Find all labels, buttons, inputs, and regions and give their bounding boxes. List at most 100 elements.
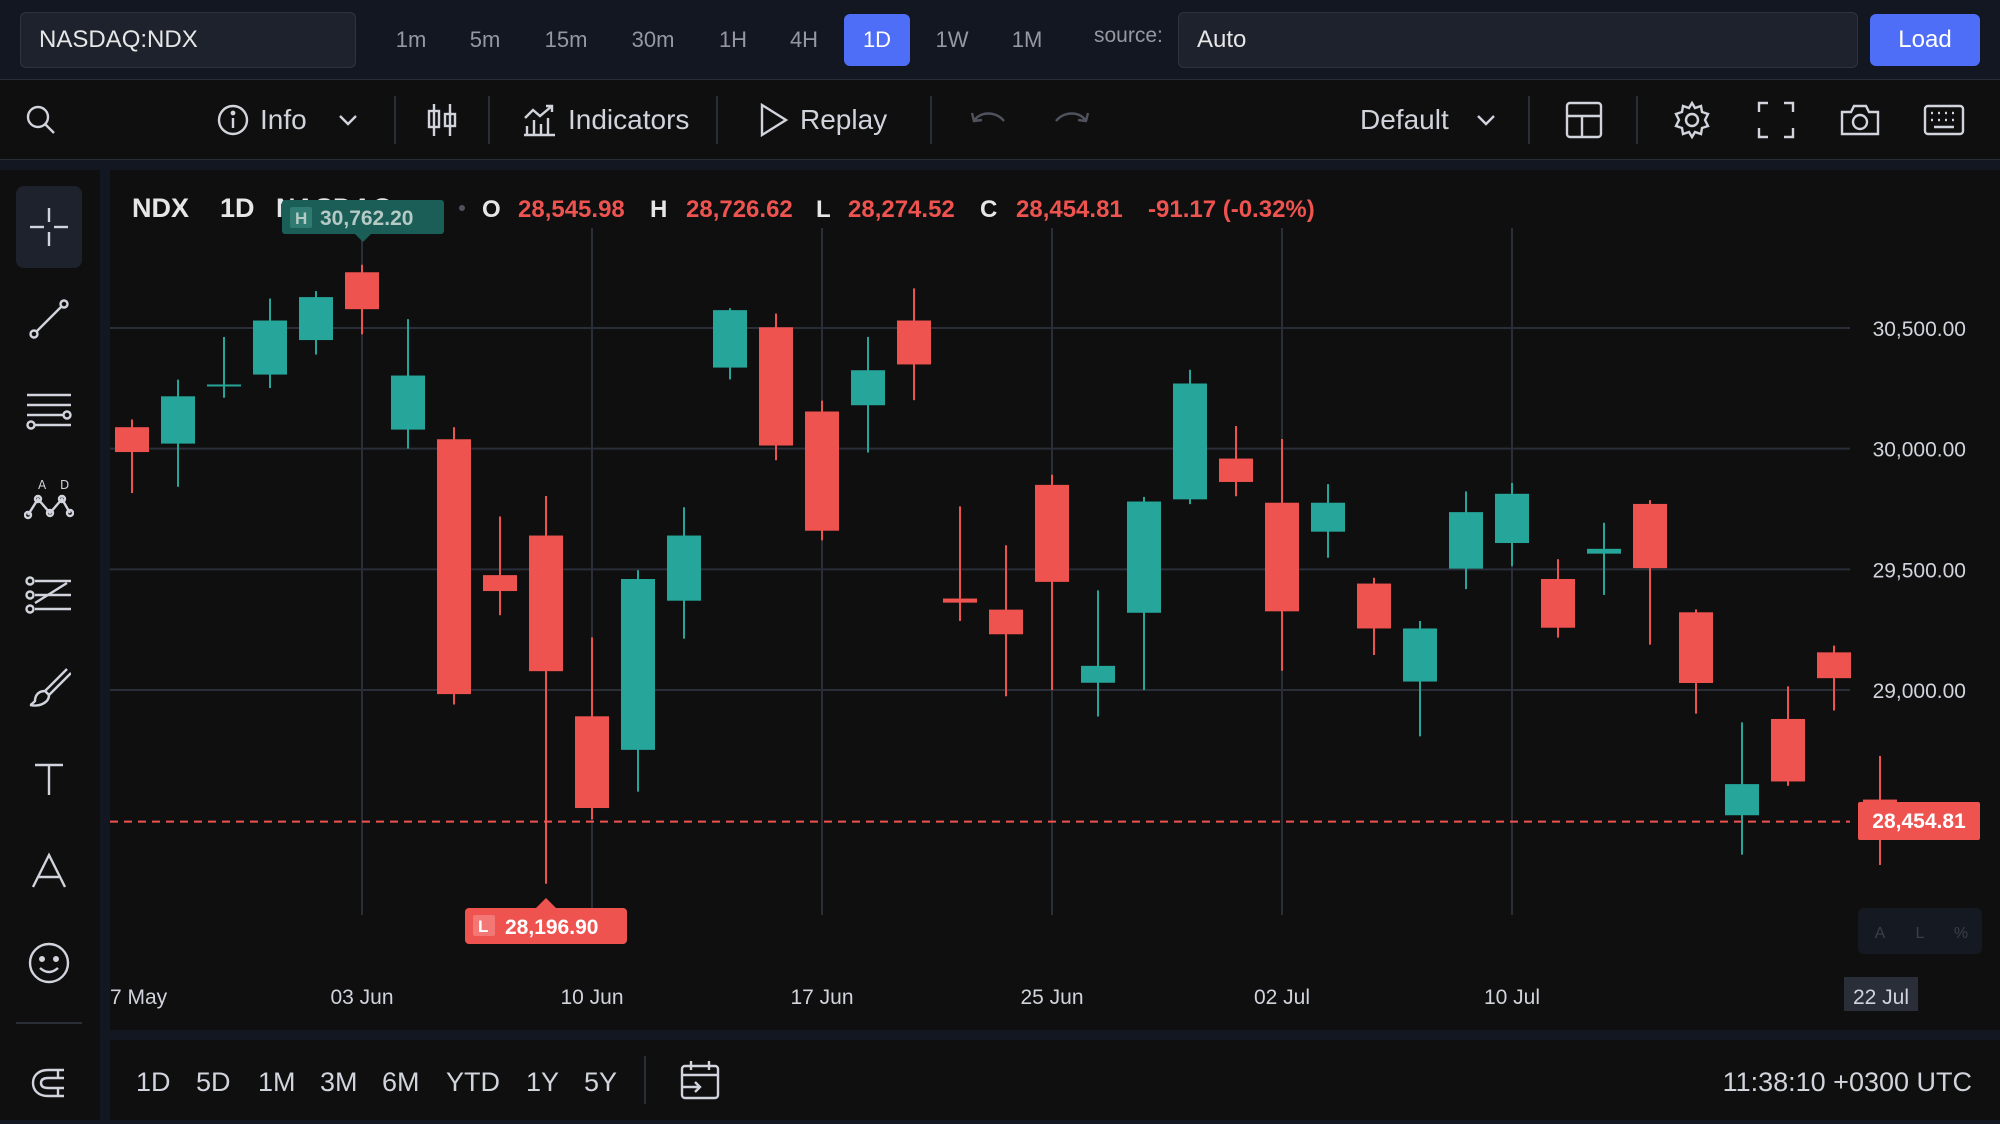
candle-body bbox=[667, 535, 701, 601]
layout-icon bbox=[1565, 101, 1603, 139]
smiley-icon bbox=[28, 942, 70, 984]
magnet-tool[interactable] bbox=[16, 1042, 82, 1124]
range-ytd[interactable]: YTD bbox=[446, 1040, 500, 1120]
time-axis-label: 10 Jun bbox=[560, 986, 623, 1009]
interval-1m[interactable]: 1m bbox=[378, 14, 444, 66]
gear-icon bbox=[1674, 100, 1710, 140]
brush-tool[interactable] bbox=[16, 646, 82, 728]
crosshair-icon bbox=[30, 208, 68, 246]
time-axis-label: 02 Jul bbox=[1254, 986, 1310, 1009]
annotation-tool[interactable] bbox=[16, 830, 82, 912]
settings-button[interactable] bbox=[1672, 80, 1712, 160]
range-1d[interactable]: 1D bbox=[136, 1040, 171, 1120]
range-3m[interactable]: 3M bbox=[320, 1040, 358, 1120]
chart-type-button[interactable] bbox=[424, 80, 460, 160]
toolbar-divider bbox=[394, 96, 396, 144]
layout-selector[interactable]: Default bbox=[1360, 80, 1501, 160]
time-axis[interactable]: 7 May 03 Jun 10 Jun 17 Jun 25 Jun 02 Jul 10 Ju… bbox=[110, 977, 1918, 1011]
toolbar-divider bbox=[716, 96, 718, 144]
candle-body bbox=[483, 575, 517, 592]
candle-body bbox=[621, 578, 655, 750]
undo-button[interactable] bbox=[968, 80, 1008, 160]
svg-text:A: A bbox=[38, 479, 47, 492]
load-button[interactable]: Load bbox=[1870, 14, 1980, 66]
interval-1d[interactable]: 1D bbox=[844, 14, 910, 66]
low-marker-value: 28,196.90 bbox=[505, 916, 598, 939]
go-to-date-button[interactable] bbox=[678, 1058, 722, 1102]
range-1m[interactable]: 1M bbox=[258, 1040, 296, 1120]
pattern-tool[interactable]: AD bbox=[16, 462, 82, 544]
bottom-divider bbox=[644, 1056, 646, 1104]
clock: 11:38:10 +0300 UTC bbox=[1722, 1067, 1972, 1097]
emoji-tool[interactable] bbox=[16, 922, 82, 1004]
toolbar-divider bbox=[488, 96, 490, 144]
candles-icon bbox=[427, 104, 457, 136]
candle-body bbox=[1219, 458, 1253, 482]
low-marker-pointer bbox=[536, 898, 556, 908]
candle-body bbox=[437, 439, 471, 695]
replay-button[interactable]: Replay bbox=[756, 80, 887, 160]
info-button[interactable]: Info bbox=[216, 80, 363, 160]
legend-interval: 1D bbox=[220, 193, 255, 223]
redo-button[interactable] bbox=[1052, 80, 1092, 160]
trend-line-tool[interactable] bbox=[16, 278, 82, 360]
scale-percent-button[interactable]: % bbox=[1954, 925, 1968, 942]
interval-1w[interactable]: 1W bbox=[919, 14, 985, 66]
candle-body bbox=[115, 427, 149, 453]
candlestick-chart[interactable]: 29,000.00 29,500.00 30,000.00 30,500.00 7 M… bbox=[110, 170, 2000, 1030]
crosshair-tool[interactable] bbox=[16, 186, 82, 268]
fullscreen-button[interactable] bbox=[1756, 80, 1796, 160]
legend-change: -91.17 (-0.32%) bbox=[1148, 196, 1315, 223]
chart-panel[interactable]: 29,000.00 29,500.00 30,000.00 30,500.00 7 M… bbox=[110, 170, 2000, 1030]
symbol-search-button[interactable] bbox=[24, 80, 58, 160]
legend-close-label: C bbox=[980, 196, 997, 223]
indicators-icon bbox=[524, 104, 555, 137]
interval-4h[interactable]: 4H bbox=[771, 14, 837, 66]
price-axis[interactable]: 29,000.00 29,500.00 30,000.00 30,500.00 bbox=[1873, 318, 1966, 703]
interval-30m[interactable]: 30m bbox=[620, 14, 686, 66]
price-axis-label: 29,000.00 bbox=[1873, 680, 1966, 703]
text-icon bbox=[35, 763, 63, 795]
interval-15m[interactable]: 15m bbox=[533, 14, 599, 66]
legend-close-value: 28,454.81 bbox=[1016, 196, 1123, 223]
high-marker-value: 30,762.20 bbox=[320, 207, 413, 230]
interval-1h[interactable]: 1H bbox=[700, 14, 766, 66]
high-marker-pointer bbox=[355, 234, 371, 242]
keyboard-icon bbox=[1923, 104, 1965, 136]
symbol-input[interactable] bbox=[20, 12, 356, 68]
candle-body bbox=[1725, 784, 1759, 816]
magnet-icon bbox=[31, 1068, 64, 1098]
candle-body bbox=[253, 320, 287, 375]
scale-log-button[interactable]: L bbox=[1916, 925, 1925, 942]
candle-body bbox=[1265, 502, 1299, 612]
layout-label: Default bbox=[1360, 104, 1449, 135]
camera-icon bbox=[1840, 104, 1880, 136]
time-axis-label: 17 Jun bbox=[790, 986, 853, 1009]
horizontal-lines-tool[interactable] bbox=[16, 370, 82, 452]
range-5y[interactable]: 5Y bbox=[584, 1040, 617, 1120]
candle-body bbox=[1081, 665, 1115, 683]
interval-5m[interactable]: 5m bbox=[452, 14, 518, 66]
layout-button[interactable] bbox=[1564, 80, 1604, 160]
scale-auto-button[interactable]: A bbox=[1875, 925, 1886, 942]
text-tool[interactable] bbox=[16, 738, 82, 820]
range-5d[interactable]: 5D bbox=[196, 1040, 231, 1120]
source-input[interactable] bbox=[1178, 12, 1858, 68]
last-price-value: 28,454.81 bbox=[1872, 810, 1966, 833]
hotkeys-button[interactable] bbox=[1922, 80, 1966, 160]
candle-body bbox=[943, 598, 977, 603]
legend-low-value: 28,274.52 bbox=[848, 196, 955, 223]
forecast-tool[interactable] bbox=[16, 554, 82, 636]
toolbar-divider bbox=[1528, 96, 1530, 144]
interval-1mo[interactable]: 1M bbox=[994, 14, 1060, 66]
low-marker-letter: L bbox=[478, 917, 488, 936]
legend-low-label: L bbox=[816, 196, 831, 223]
screenshot-button[interactable] bbox=[1838, 80, 1882, 160]
time-axis-label: 10 Jul bbox=[1484, 986, 1540, 1009]
range-1y[interactable]: 1Y bbox=[526, 1040, 559, 1120]
time-axis-label: 25 Jun bbox=[1020, 986, 1083, 1009]
range-6m[interactable]: 6M bbox=[382, 1040, 420, 1120]
bottom-bar: 1D 5D 1M 3M 6M YTD 1Y 5Y 11:38:10 +0300 … bbox=[110, 1040, 2000, 1120]
chart-grid bbox=[110, 228, 1850, 915]
indicators-button[interactable]: Indicators bbox=[522, 80, 689, 160]
